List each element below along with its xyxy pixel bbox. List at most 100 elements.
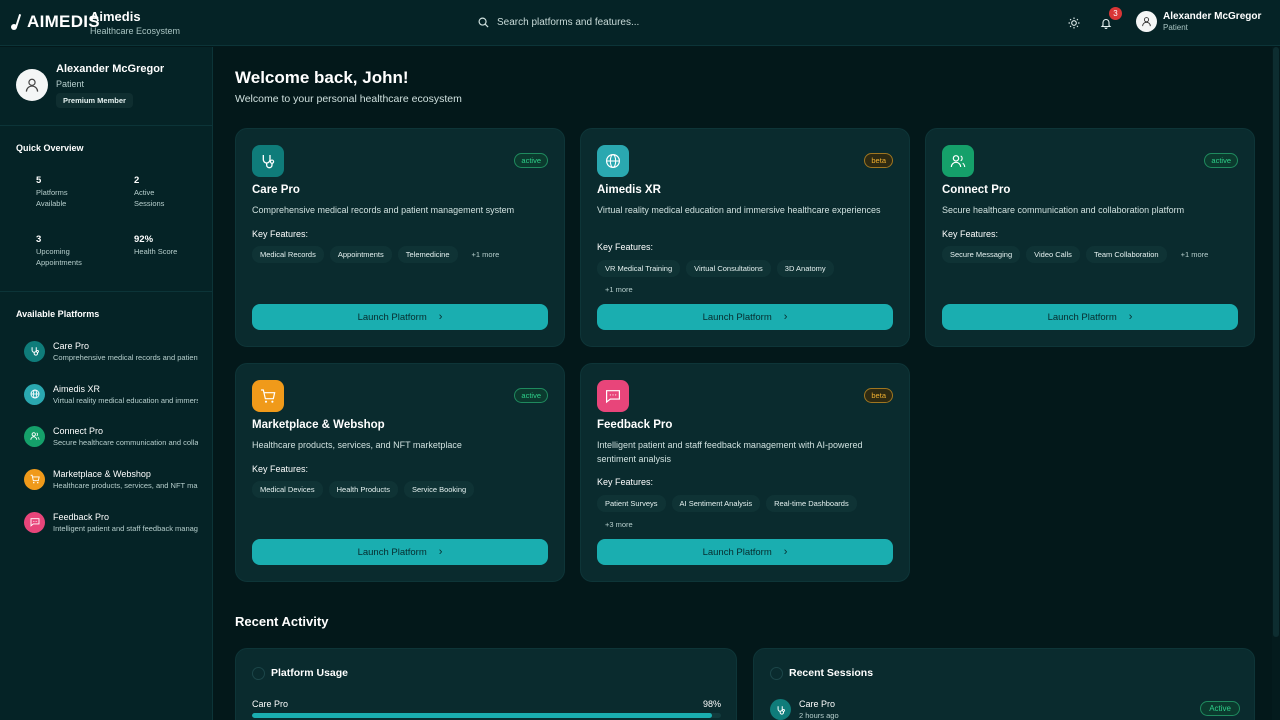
sidebar-item-care-pro[interactable]: Care Pro Comprehensive medical records a…: [24, 337, 200, 365]
feature-tag: Medical Records: [252, 246, 324, 263]
globe-icon: [597, 145, 629, 177]
platform-card-marketplace: active Marketplace & Webshop Healthcare …: [235, 363, 565, 582]
search-input[interactable]: [497, 17, 747, 28]
user-role: Patient: [1163, 23, 1188, 32]
session-row[interactable]: Care Pro 2 hours ago Active: [770, 699, 1240, 720]
feature-tag: Health Products: [328, 481, 398, 498]
feature-tags: Secure Messaging Video Calls Team Collab…: [942, 246, 1242, 263]
card-description: Secure healthcare communication and coll…: [942, 205, 1185, 215]
stat-label: Upcoming Appointments: [36, 247, 82, 267]
quick-overview-title: Quick Overview: [16, 143, 84, 153]
status-badge: active: [514, 153, 548, 168]
more-features-tag: +1 more: [1180, 250, 1209, 259]
feature-tags: VR Medical Training Virtual Consultation…: [597, 260, 887, 298]
key-features-label: Key Features:: [252, 464, 309, 474]
stat-label: Active Sessions: [134, 188, 165, 208]
launch-label: Launch Platform: [702, 546, 772, 558]
chevron-right-icon: ›: [783, 546, 788, 558]
available-platforms-title: Available Platforms: [16, 309, 100, 319]
clock-icon: [770, 667, 783, 680]
logo-text: AIMEDIS: [27, 12, 100, 31]
more-features-tag: +1 more: [605, 285, 633, 294]
feature-tag: Service Booking: [403, 481, 475, 498]
stat-platforms: 5 Platforms Available: [36, 175, 116, 209]
card-title: Marketplace & Webshop: [252, 419, 385, 431]
launch-platform-button[interactable]: Launch Platform ›: [597, 539, 893, 565]
launch-platform-button[interactable]: Launch Platform ›: [252, 304, 548, 330]
launch-label: Launch Platform: [1047, 311, 1117, 323]
globe-icon: [24, 383, 45, 405]
feature-tag: Virtual Consultations: [686, 260, 771, 277]
sidebar-item-connect-pro[interactable]: Connect Pro Secure healthcare communicat…: [24, 422, 200, 450]
more-features-tag: +3 more: [605, 520, 633, 529]
recent-activity-title: Recent Activity: [235, 614, 329, 629]
launch-platform-button[interactable]: Launch Platform ›: [252, 539, 548, 565]
top-bar: AIMEDIS Aimedis Healthcare Ecosystem 3 A…: [0, 0, 1280, 46]
profile-summary: Alexander McGregor Patient Premium Membe…: [16, 63, 164, 108]
status-badge: beta: [864, 153, 893, 168]
card-title: Connect Pro: [942, 184, 1011, 196]
brand-subtitle: Healthcare Ecosystem: [90, 26, 181, 36]
sidebar-item-label: Aimedis XR: [53, 383, 101, 394]
feature-tag: Telemedicine: [397, 246, 458, 263]
feature-tags: Medical Records Appointments Telemedicin…: [252, 246, 552, 263]
premium-member-badge: Premium Member: [56, 93, 133, 108]
brand: Aimedis Healthcare Ecosystem: [90, 9, 180, 36]
platform-card-aimedis-xr: beta Aimedis XR Virtual reality medical …: [580, 128, 910, 347]
scrollbar-thumb[interactable]: [1273, 47, 1279, 637]
user-menu[interactable]: Alexander McGregor Patient: [1136, 11, 1261, 32]
card-description: Comprehensive medical records and patien…: [252, 205, 515, 215]
sidebar-item-marketplace[interactable]: Marketplace & Webshop Healthcare product…: [24, 465, 200, 493]
divider: [0, 291, 213, 292]
launch-label: Launch Platform: [357, 311, 427, 323]
stethoscope-icon: [24, 340, 45, 362]
user-name: Alexander McGregor: [1163, 11, 1262, 22]
scrollbar[interactable]: [1272, 47, 1280, 720]
feature-tag: Secure Messaging: [942, 246, 1021, 263]
activity-icon: [252, 667, 265, 680]
search-bar[interactable]: [470, 10, 765, 35]
card-title: Aimedis XR: [597, 184, 661, 196]
welcome-title: Welcome back, John!: [235, 68, 409, 87]
feature-tag: Team Collaboration: [1085, 246, 1167, 263]
card-title: Feedback Pro: [597, 419, 673, 431]
panel-title: Platform Usage: [271, 667, 349, 679]
sidebar-item-description: Healthcare products, services, and NFT m…: [53, 480, 198, 490]
stat-label: Platforms Available: [36, 188, 68, 208]
aimedis-logo[interactable]: AIMEDIS: [10, 12, 100, 32]
key-features-label: Key Features:: [597, 477, 654, 487]
sun-icon: [1068, 17, 1080, 29]
sidebar-item-label: Connect Pro: [53, 425, 104, 436]
launch-platform-button[interactable]: Launch Platform ›: [597, 304, 893, 330]
chevron-right-icon: ›: [438, 311, 443, 323]
session-time: 2 hours ago: [799, 711, 839, 720]
panel-title: Recent Sessions: [789, 667, 874, 679]
platform-card-connect-pro: active Connect Pro Secure healthcare com…: [925, 128, 1255, 347]
chevron-right-icon: ›: [438, 546, 443, 558]
stat-value: 92%: [134, 234, 154, 245]
message-icon: [24, 511, 45, 533]
sidebar-item-description: Secure healthcare communication and coll…: [53, 437, 198, 447]
users-icon: [942, 145, 974, 177]
cart-icon: [24, 468, 45, 490]
launch-label: Launch Platform: [357, 546, 427, 558]
launch-label: Launch Platform: [702, 311, 772, 323]
feature-tag: Appointments: [329, 246, 392, 263]
sidebar-item-label: Feedback Pro: [53, 511, 110, 522]
sidebar-item-label: Marketplace & Webshop: [53, 468, 151, 479]
stat-sessions: 2 Active Sessions: [134, 175, 214, 209]
stat-value: 2: [134, 175, 140, 186]
theme-toggle-button[interactable]: [1065, 14, 1083, 32]
sidebar-item-label: Care Pro: [53, 340, 90, 351]
launch-platform-button[interactable]: Launch Platform ›: [942, 304, 1238, 330]
chevron-right-icon: ›: [783, 311, 788, 323]
stat-label: Health Score: [134, 247, 178, 256]
usage-row: Care Pro 98%: [252, 699, 721, 718]
feature-tag: AI Sentiment Analysis: [671, 495, 761, 512]
sidebar-item-aimedis-xr[interactable]: Aimedis XR Virtual reality medical educa…: [24, 380, 200, 408]
chevron-right-icon: ›: [1128, 311, 1133, 323]
sidebar-item-feedback-pro[interactable]: Feedback Pro Intelligent patient and sta…: [24, 508, 200, 536]
sidebar-item-description: Virtual reality medical education and im…: [53, 395, 198, 405]
stat-appointments: 3 Upcoming Appointments: [36, 234, 116, 268]
session-name: Care Pro: [799, 699, 836, 709]
